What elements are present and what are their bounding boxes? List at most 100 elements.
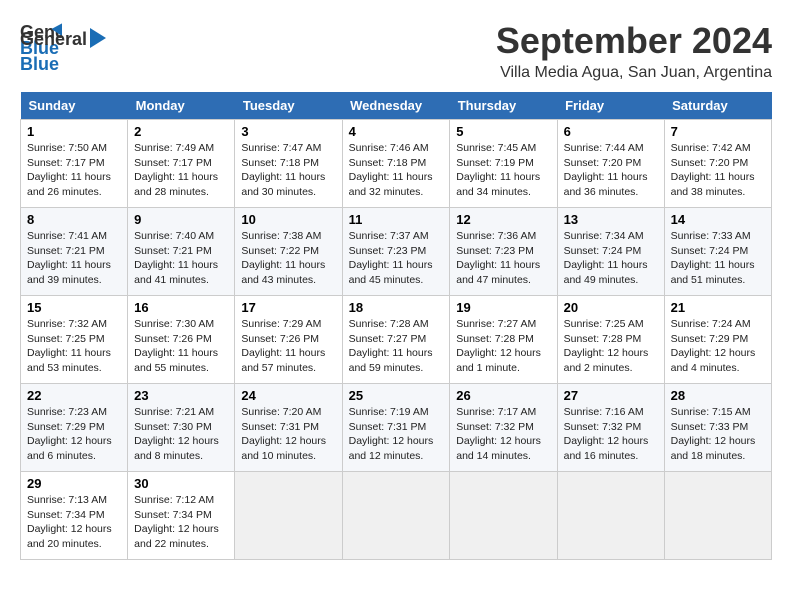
day-number: 8 — [27, 212, 121, 227]
day-details: Sunrise: 7:16 AMSunset: 7:32 PMDaylight:… — [564, 405, 658, 464]
days-header-row: SundayMondayTuesdayWednesdayThursdayFrid… — [21, 92, 772, 120]
week-row-3: 15 Sunrise: 7:32 AMSunset: 7:25 PMDayligh… — [21, 296, 772, 384]
day-number: 25 — [349, 388, 444, 403]
day-number: 26 — [456, 388, 550, 403]
day-cell-2: 2 Sunrise: 7:49 AMSunset: 7:17 PMDaylight… — [128, 120, 235, 208]
week-row-5: 29 Sunrise: 7:13 AMSunset: 7:34 PMDayligh… — [21, 472, 772, 560]
logo-blue: Blue — [20, 54, 59, 74]
day-details: Sunrise: 7:40 AMSunset: 7:21 PMDaylight:… — [134, 229, 228, 288]
day-details: Sunrise: 7:21 AMSunset: 7:30 PMDaylight:… — [134, 405, 228, 464]
day-number: 4 — [349, 124, 444, 139]
day-number: 7 — [671, 124, 765, 139]
day-details: Sunrise: 7:15 AMSunset: 7:33 PMDaylight:… — [671, 405, 765, 464]
day-details: Sunrise: 7:37 AMSunset: 7:23 PMDaylight:… — [349, 229, 444, 288]
header-sunday: Sunday — [21, 92, 128, 120]
day-details: Sunrise: 7:47 AMSunset: 7:18 PMDaylight:… — [241, 141, 335, 200]
day-number: 3 — [241, 124, 335, 139]
day-details: Sunrise: 7:49 AMSunset: 7:17 PMDaylight:… — [134, 141, 228, 200]
day-cell-28: 28 Sunrise: 7:15 AMSunset: 7:33 PMDayligh… — [664, 384, 771, 472]
location-subtitle: Villa Media Agua, San Juan, Argentina — [496, 64, 772, 82]
day-number: 20 — [564, 300, 658, 315]
day-number: 2 — [134, 124, 228, 139]
day-number: 1 — [27, 124, 121, 139]
header-tuesday: Tuesday — [235, 92, 342, 120]
day-number: 5 — [456, 124, 550, 139]
day-number: 23 — [134, 388, 228, 403]
day-number: 19 — [456, 300, 550, 315]
day-number: 9 — [134, 212, 228, 227]
day-number: 24 — [241, 388, 335, 403]
day-cell-17: 17Sunrise: 7:29 AMSunset: 7:26 PMDayligh… — [235, 296, 342, 384]
day-cell-23: 23 Sunrise: 7:21 AMSunset: 7:30 PMDayligh… — [128, 384, 235, 472]
day-cell-14: 14 Sunrise: 7:33 AMSunset: 7:24 PMDayligh… — [664, 208, 771, 296]
day-cell-1: 1 Sunrise: 7:50 AMSunset: 7:17 PMDaylight… — [21, 120, 128, 208]
day-cell-6: 6 Sunrise: 7:44 AMSunset: 7:20 PMDaylight… — [557, 120, 664, 208]
day-number: 17 — [241, 300, 335, 315]
day-cell-12: 12 Sunrise: 7:36 AMSunset: 7:23 PMDayligh… — [450, 208, 557, 296]
day-cell-22: 22 Sunrise: 7:23 AMSunset: 7:29 PMDayligh… — [21, 384, 128, 472]
day-number: 13 — [564, 212, 658, 227]
day-details: Sunrise: 7:34 AMSunset: 7:24 PMDaylight:… — [564, 229, 658, 288]
day-cell-27: 27 Sunrise: 7:16 AMSunset: 7:32 PMDayligh… — [557, 384, 664, 472]
day-details: Sunrise: 7:50 AMSunset: 7:17 PMDaylight:… — [27, 141, 121, 200]
day-cell-5: 5Sunrise: 7:45 AMSunset: 7:19 PMDaylight… — [450, 120, 557, 208]
day-cell-19: 19 Sunrise: 7:27 AMSunset: 7:28 PMDayligh… — [450, 296, 557, 384]
day-number: 14 — [671, 212, 765, 227]
header-thursday: Thursday — [450, 92, 557, 120]
day-details: Sunrise: 7:30 AMSunset: 7:26 PMDaylight:… — [134, 317, 228, 376]
day-cell-18: 18Sunrise: 7:28 AMSunset: 7:27 PMDayligh… — [342, 296, 450, 384]
day-details: Sunrise: 7:28 AMSunset: 7:27 PMDaylight:… — [349, 317, 444, 376]
day-number: 12 — [456, 212, 550, 227]
day-cell-29: 29 Sunrise: 7:13 AMSunset: 7:34 PMDayligh… — [21, 472, 128, 560]
day-cell-21: 21Sunrise: 7:24 AMSunset: 7:29 PMDayligh… — [664, 296, 771, 384]
week-row-4: 22 Sunrise: 7:23 AMSunset: 7:29 PMDayligh… — [21, 384, 772, 472]
day-cell-9: 9 Sunrise: 7:40 AMSunset: 7:21 PMDaylight… — [128, 208, 235, 296]
day-details: Sunrise: 7:19 AMSunset: 7:31 PMDaylight:… — [349, 405, 444, 464]
day-cell-26: 26Sunrise: 7:17 AMSunset: 7:32 PMDayligh… — [450, 384, 557, 472]
empty-cell — [664, 472, 771, 560]
day-details: Sunrise: 7:27 AMSunset: 7:28 PMDaylight:… — [456, 317, 550, 376]
week-row-2: 8 Sunrise: 7:41 AMSunset: 7:21 PMDaylight… — [21, 208, 772, 296]
day-details: Sunrise: 7:42 AMSunset: 7:20 PMDaylight:… — [671, 141, 765, 200]
day-cell-20: 20 Sunrise: 7:25 AMSunset: 7:28 PMDayligh… — [557, 296, 664, 384]
day-details: Sunrise: 7:32 AMSunset: 7:25 PMDaylight:… — [27, 317, 121, 376]
day-details: Sunrise: 7:23 AMSunset: 7:29 PMDaylight:… — [27, 405, 121, 464]
day-details: Sunrise: 7:33 AMSunset: 7:24 PMDaylight:… — [671, 229, 765, 288]
day-details: Sunrise: 7:46 AMSunset: 7:18 PMDaylight:… — [349, 141, 444, 200]
day-number: 15 — [27, 300, 121, 315]
day-number: 11 — [349, 212, 444, 227]
day-number: 22 — [27, 388, 121, 403]
day-details: Sunrise: 7:13 AMSunset: 7:34 PMDaylight:… — [27, 493, 121, 552]
day-details: Sunrise: 7:38 AMSunset: 7:22 PMDaylight:… — [241, 229, 335, 288]
header-wednesday: Wednesday — [342, 92, 450, 120]
month-title: September 2024 — [496, 20, 772, 62]
day-number: 21 — [671, 300, 765, 315]
logo-general: General — [20, 29, 87, 50]
logo-triangle-icon — [88, 24, 108, 52]
empty-cell — [235, 472, 342, 560]
day-details: Sunrise: 7:41 AMSunset: 7:21 PMDaylight:… — [27, 229, 121, 288]
day-cell-10: 10 Sunrise: 7:38 AMSunset: 7:22 PMDayligh… — [235, 208, 342, 296]
day-cell-4: 4 Sunrise: 7:46 AMSunset: 7:18 PMDaylight… — [342, 120, 450, 208]
day-details: Sunrise: 7:44 AMSunset: 7:20 PMDaylight:… — [564, 141, 658, 200]
day-cell-15: 15 Sunrise: 7:32 AMSunset: 7:25 PMDayligh… — [21, 296, 128, 384]
header-saturday: Saturday — [664, 92, 771, 120]
day-number: 29 — [27, 476, 121, 491]
day-cell-7: 7 Sunrise: 7:42 AMSunset: 7:20 PMDaylight… — [664, 120, 771, 208]
week-row-1: 1 Sunrise: 7:50 AMSunset: 7:17 PMDaylight… — [21, 120, 772, 208]
day-number: 6 — [564, 124, 658, 139]
empty-cell — [450, 472, 557, 560]
day-number: 10 — [241, 212, 335, 227]
empty-cell — [557, 472, 664, 560]
header-friday: Friday — [557, 92, 664, 120]
logo: General Blue General Blue — [20, 20, 108, 75]
day-cell-25: 25 Sunrise: 7:19 AMSunset: 7:31 PMDayligh… — [342, 384, 450, 472]
day-number: 30 — [134, 476, 228, 491]
page-header: General Blue General Blue September 2024… — [20, 20, 772, 82]
day-cell-13: 13 Sunrise: 7:34 AMSunset: 7:24 PMDayligh… — [557, 208, 664, 296]
day-details: Sunrise: 7:36 AMSunset: 7:23 PMDaylight:… — [456, 229, 550, 288]
day-details: Sunrise: 7:25 AMSunset: 7:28 PMDaylight:… — [564, 317, 658, 376]
day-number: 27 — [564, 388, 658, 403]
day-number: 28 — [671, 388, 765, 403]
day-cell-16: 16Sunrise: 7:30 AMSunset: 7:26 PMDayligh… — [128, 296, 235, 384]
